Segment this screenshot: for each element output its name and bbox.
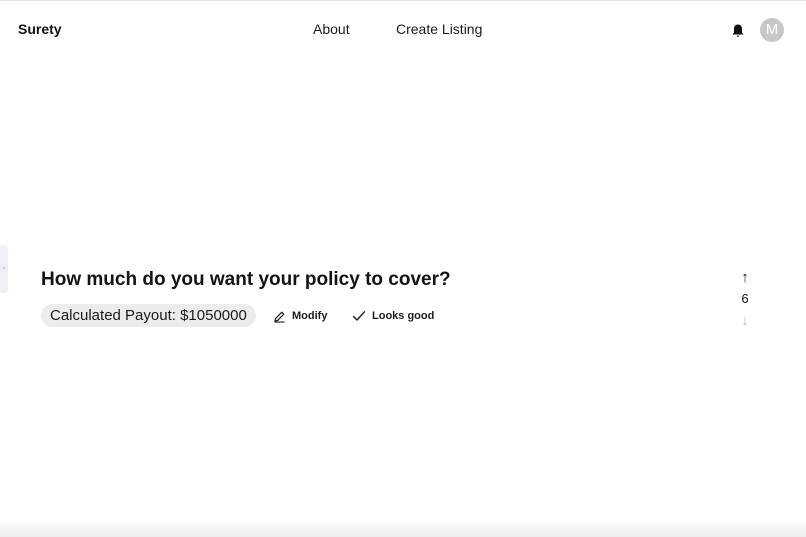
modify-label: Modify (292, 310, 328, 322)
side-drawer-handle[interactable] (0, 245, 8, 293)
page: Surety About Create Listing M How much d… (0, 0, 806, 537)
arrow-down-icon[interactable]: ↓ (735, 312, 755, 329)
check-icon (352, 311, 366, 321)
modify-button[interactable]: Modify (273, 308, 327, 324)
question-number: 6 (741, 291, 749, 306)
bell-icon[interactable] (731, 23, 745, 39)
question-title: How much do you want your policy to cove… (41, 269, 451, 290)
brand-logo[interactable]: Surety (18, 21, 62, 37)
arrow-up-icon[interactable]: ↑ (735, 269, 755, 286)
nav-link-about[interactable]: About (313, 21, 350, 37)
top-navbar: Surety About Create Listing M (0, 1, 806, 59)
nav-link-create-listing[interactable]: Create Listing (396, 21, 482, 37)
calculated-payout-chip: Calculated Payout: $1050000 (41, 304, 256, 327)
looks-good-button[interactable]: Looks good (352, 308, 434, 324)
user-avatar[interactable]: M (760, 18, 784, 42)
question-stepper: ↑ 6 ↓ (735, 269, 755, 331)
pencil-icon (274, 311, 285, 323)
bottom-edge-shadow (0, 518, 806, 537)
looks-good-label: Looks good (372, 310, 435, 322)
handle-dot (3, 267, 5, 269)
